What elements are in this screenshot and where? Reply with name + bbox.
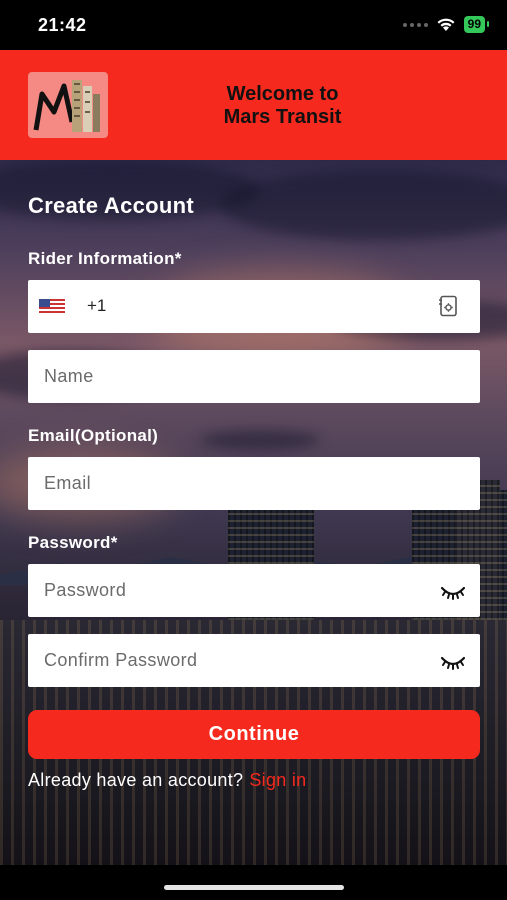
- header-title-line2: Mars Transit: [223, 106, 342, 128]
- signin-prompt: Already have an account?: [28, 770, 244, 790]
- header-title-line1: Welcome to: [226, 83, 339, 105]
- name-input[interactable]: [44, 350, 424, 403]
- email-field[interactable]: [28, 457, 480, 510]
- phone-field[interactable]: +1: [28, 280, 480, 333]
- signup-screen: Create Account Rider Information* +1 Ema…: [0, 160, 507, 865]
- continue-button[interactable]: Continue: [28, 710, 480, 759]
- home-indicator[interactable]: [164, 885, 344, 890]
- cellular-signal-icon: [402, 22, 428, 27]
- us-flag-icon[interactable]: [39, 299, 65, 313]
- rider-information-label: Rider Information*: [28, 249, 182, 268]
- status-bar: 21:42 99: [0, 0, 507, 50]
- eye-closed-icon[interactable]: [440, 650, 466, 672]
- name-field[interactable]: [28, 350, 480, 403]
- status-time: 21:42: [38, 15, 87, 35]
- password-input[interactable]: [44, 564, 424, 617]
- email-input[interactable]: [44, 457, 424, 510]
- eye-closed-icon[interactable]: [440, 580, 466, 602]
- header-title: Welcome to Mars Transit: [170, 83, 395, 129]
- phone-input[interactable]: [128, 280, 428, 333]
- password-label: Password*: [28, 533, 118, 552]
- mars-transit-logo: [28, 72, 108, 138]
- email-label: Email(Optional): [28, 426, 159, 445]
- signin-row: Already have an account? Sign in: [28, 770, 306, 791]
- battery-icon: 99: [463, 16, 490, 33]
- confirm-password-input[interactable]: [44, 634, 424, 687]
- bottom-bar: [0, 865, 507, 900]
- confirm-password-field[interactable]: [28, 634, 480, 687]
- page-title: Create Account: [28, 193, 194, 218]
- password-field[interactable]: [28, 564, 480, 617]
- wifi-icon: [437, 18, 455, 31]
- status-icons: 99: [402, 16, 490, 33]
- contact-book-icon[interactable]: [438, 295, 460, 317]
- dial-code[interactable]: +1: [87, 296, 106, 316]
- app-header: Welcome to Mars Transit: [0, 50, 507, 160]
- signin-link[interactable]: Sign in: [249, 770, 306, 790]
